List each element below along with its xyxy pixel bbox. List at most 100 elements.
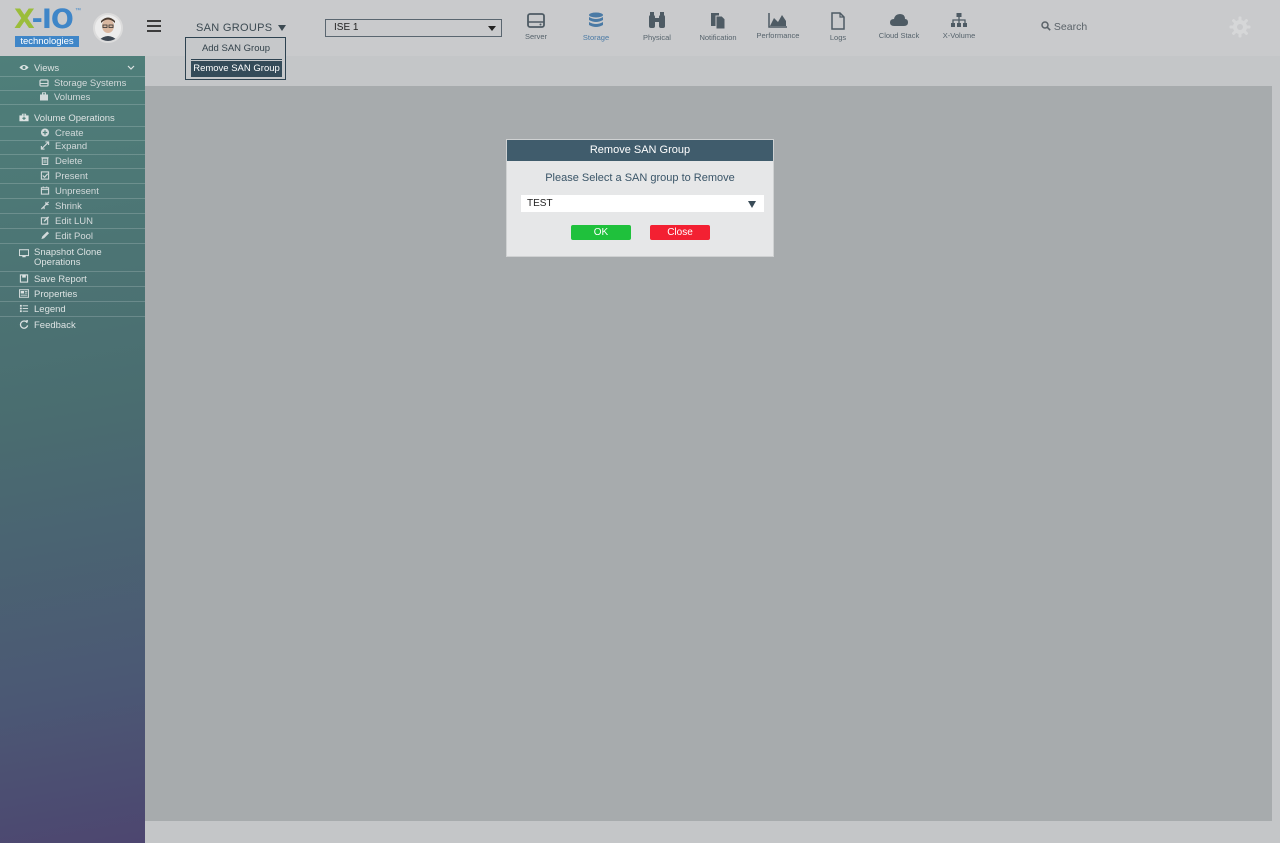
- medkit-icon: [19, 113, 29, 122]
- sidebar-volume-operations-label: Volume Operations: [34, 113, 115, 124]
- close-button[interactable]: Close: [650, 225, 710, 240]
- menu-item-remove-san-group[interactable]: Remove SAN Group: [191, 61, 282, 77]
- san-group-select-value: TEST: [527, 198, 553, 209]
- nav-performance[interactable]: Performance: [748, 12, 808, 48]
- sidebar-shrink[interactable]: Shrink: [40, 201, 82, 212]
- hamburger-menu-icon[interactable]: [147, 20, 161, 33]
- database-icon: [589, 12, 603, 27]
- san-group-select[interactable]: TEST: [521, 195, 764, 212]
- sidebar-properties-label: Properties: [34, 289, 78, 300]
- refresh-icon: [19, 320, 29, 329]
- nav-physical-label: Physical: [643, 33, 671, 42]
- nav-storage-label: Storage: [582, 33, 610, 42]
- sidebar-snapshot-label-2: Operations: [34, 257, 81, 268]
- nav-notification-label: Notification: [699, 33, 737, 42]
- nav-logs-label: Logs: [829, 33, 847, 42]
- nav-performance-label: Performance: [756, 31, 800, 40]
- eye-icon: [19, 65, 29, 70]
- nav-cloud-stack-label: Cloud Stack: [878, 31, 920, 40]
- nav-x-volume-label: X-Volume: [942, 31, 976, 40]
- sidebar-unpresent[interactable]: Unpresent: [40, 186, 99, 197]
- sidebar-delete[interactable]: Delete: [40, 156, 82, 167]
- desktop-icon: [19, 249, 29, 258]
- server-icon: [527, 13, 545, 28]
- trash-icon: [41, 157, 49, 165]
- sidebar-expand[interactable]: Expand: [40, 141, 87, 152]
- caret-down-icon: [278, 25, 287, 32]
- file-icon: [831, 12, 845, 30]
- nav-physical[interactable]: Physical: [627, 12, 687, 48]
- cloud-icon: [890, 14, 908, 26]
- nav-storage[interactable]: Storage: [566, 12, 626, 48]
- san-groups-menu: Add SAN Group Remove SAN Group: [185, 37, 286, 80]
- ise-select[interactable]: ISE 1: [325, 19, 502, 37]
- sidebar-save-report-label: Save Report: [34, 274, 87, 285]
- newspaper-icon: [19, 289, 29, 298]
- sidebar-storage-systems[interactable]: Storage Systems: [39, 78, 126, 89]
- sidebar-feedback[interactable]: Feedback: [19, 320, 76, 331]
- sidebar-volume-operations[interactable]: Volume Operations: [19, 113, 115, 124]
- sitemap-icon: [951, 13, 967, 27]
- sidebar: Views Storage Systems Volumes Volume Ope…: [0, 56, 145, 843]
- sidebar-properties[interactable]: Properties: [19, 289, 77, 300]
- dialog-message: Please Select a SAN group to Remove: [545, 172, 735, 184]
- compress-icon: [40, 201, 50, 210]
- pencil-icon: [41, 231, 50, 240]
- sidebar-delete-label: Delete: [55, 156, 83, 167]
- sidebar-views-label: Views: [34, 63, 60, 74]
- edit-icon: [40, 216, 50, 225]
- sidebar-unpresent-label: Unpresent: [55, 186, 99, 197]
- sidebar-volumes[interactable]: Volumes: [39, 92, 90, 103]
- sidebar-storage-systems-label: Storage Systems: [54, 78, 127, 89]
- search-icon: [1041, 21, 1051, 31]
- nav-server-label: Server: [524, 32, 548, 41]
- sidebar-present[interactable]: Present: [40, 171, 88, 182]
- nav-notification[interactable]: Notification: [688, 12, 748, 48]
- hdd-icon: [39, 79, 49, 87]
- sidebar-legend[interactable]: Legend: [19, 304, 66, 315]
- list-icon: [19, 304, 29, 313]
- save-icon: [19, 274, 29, 283]
- nav-cloud-stack[interactable]: Cloud Stack: [869, 12, 929, 48]
- binoculars-icon: [649, 12, 665, 28]
- search-label: Search: [1053, 21, 1088, 33]
- nav-logs[interactable]: Logs: [808, 12, 868, 48]
- sidebar-edit-pool[interactable]: Edit Pool: [40, 231, 93, 242]
- search-button[interactable]: Search: [1041, 21, 1087, 33]
- sidebar-legend-label: Legend: [34, 304, 66, 315]
- caret-down-icon: [488, 26, 496, 31]
- area-chart-icon: [768, 13, 787, 28]
- menu-item-add-san-group[interactable]: Add SAN Group: [191, 41, 281, 57]
- remove-san-group-dialog: Remove SAN Group Please Select a SAN gro…: [506, 139, 774, 257]
- logo-subtitle: technologies: [15, 36, 79, 47]
- chevron-down-icon: [127, 65, 135, 70]
- ise-select-value: ISE 1: [334, 22, 359, 33]
- sidebar-present-label: Present: [55, 171, 88, 182]
- sidebar-volumes-label: Volumes: [54, 92, 91, 103]
- sidebar-create[interactable]: Create: [40, 128, 84, 139]
- plus-circle-icon: [40, 128, 50, 137]
- user-avatar[interactable]: [93, 13, 123, 43]
- sidebar-edit-lun-label: Edit LUN: [55, 216, 94, 227]
- sidebar-edit-lun[interactable]: Edit LUN: [40, 216, 93, 227]
- sidebar-feedback-label: Feedback: [34, 320, 76, 331]
- dialog-title: Remove SAN Group: [507, 140, 773, 161]
- check-square-icon: [40, 171, 50, 180]
- sidebar-snapshot-clone-operations[interactable]: Snapshot Clone Operations: [19, 248, 102, 268]
- sidebar-edit-pool-label: Edit Pool: [55, 231, 94, 242]
- trademark-mark: ™: [75, 8, 81, 14]
- nav-server[interactable]: Server: [506, 12, 566, 48]
- sidebar-save-report[interactable]: Save Report: [19, 274, 87, 285]
- sidebar-views[interactable]: Views: [19, 63, 137, 74]
- san-groups-label: SAN GROUPS: [196, 22, 273, 34]
- calendar-icon: [40, 186, 50, 195]
- san-groups-dropdown[interactable]: SAN GROUPS: [196, 22, 287, 34]
- briefcase-icon: [40, 92, 48, 101]
- menu-divider: [191, 59, 282, 60]
- xio-logo[interactable]: X-IO ™ technologies: [14, 5, 82, 48]
- nav-x-volume[interactable]: X-Volume: [929, 12, 989, 48]
- sidebar-create-label: Create: [55, 128, 84, 139]
- ok-button[interactable]: OK: [571, 225, 631, 240]
- gear-icon[interactable]: [1229, 16, 1251, 38]
- files-icon: [711, 13, 726, 30]
